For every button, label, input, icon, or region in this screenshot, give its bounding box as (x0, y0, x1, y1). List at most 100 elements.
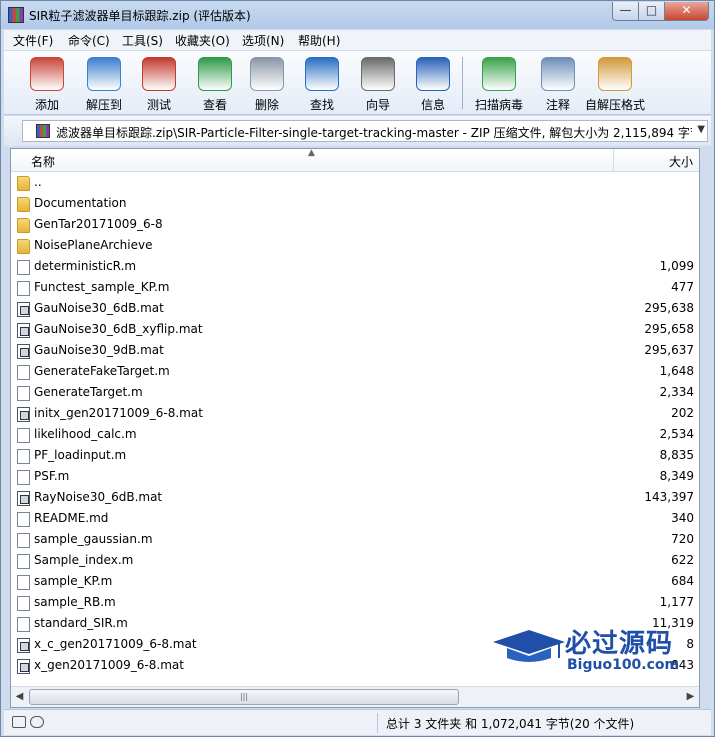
view-book-icon (198, 57, 232, 91)
file-row[interactable]: initx_gen20171009_6-8.mat 202 (11, 404, 699, 425)
add-books-icon (30, 57, 64, 91)
file-name: NoisePlaneArchieve (34, 238, 153, 252)
sort-ascending-icon: ▲ (308, 148, 315, 158)
column-header-name[interactable]: 名称 (31, 153, 55, 170)
minimize-button[interactable]: — (612, 2, 639, 21)
scroll-thumb[interactable]: ||| (29, 689, 459, 705)
file-row[interactable]: README.md 340 (11, 509, 699, 530)
document-icon (17, 596, 30, 611)
folder-icon (17, 176, 30, 191)
menu-command[interactable]: 命令(C) (68, 32, 110, 49)
file-row[interactable]: Documentation (11, 194, 699, 215)
drive-icon[interactable] (12, 716, 26, 728)
chevron-down-icon[interactable]: ▼ (697, 124, 705, 135)
status-bar: 总计 3 文件夹 和 1,072,041 字节(20 个文件) (4, 709, 711, 735)
mat-file-icon (17, 344, 30, 359)
file-row[interactable]: NoisePlaneArchieve (11, 236, 699, 257)
file-name: Functest_sample_KP.m (34, 280, 170, 294)
file-size: 477 (671, 280, 694, 294)
file-rows: .. Documentation GenTar20171009_6-8 NoisePl… (11, 173, 699, 677)
file-name: deterministicR.m (34, 259, 137, 273)
document-icon (17, 470, 30, 485)
file-name: Documentation (34, 196, 127, 210)
file-size: 202 (671, 406, 694, 420)
mat-file-icon (17, 407, 30, 422)
file-row[interactable]: GauNoise30_9dB.mat 295,637 (11, 341, 699, 362)
menu-favorites[interactable]: 收藏夹(O) (175, 32, 230, 49)
menu-options[interactable]: 选项(N) (242, 32, 284, 49)
file-size: 684 (671, 574, 694, 588)
file-row[interactable]: GenerateFakeTarget.m 1,648 (11, 362, 699, 383)
mat-file-icon (17, 659, 30, 674)
watermark: 必过源码 Biguo100.com (489, 623, 699, 683)
address-bar: 滤波器单目标跟踪.zip\SIR-Particle-Filter-single-… (4, 116, 711, 146)
file-size: 295,658 (644, 322, 694, 336)
key-icon[interactable] (30, 716, 44, 728)
comment-icon (541, 57, 575, 91)
file-row[interactable]: likelihood_calc.m 2,534 (11, 425, 699, 446)
close-button[interactable]: ✕ (664, 2, 709, 21)
file-row[interactable]: deterministicR.m 1,099 (11, 257, 699, 278)
file-name: sample_RB.m (34, 595, 116, 609)
column-divider[interactable] (613, 149, 614, 172)
address-field[interactable]: 滤波器单目标跟踪.zip\SIR-Particle-Filter-single-… (22, 120, 708, 142)
file-size: 8,835 (659, 448, 694, 462)
file-name: likelihood_calc.m (34, 427, 137, 441)
delete-trash-icon (250, 57, 284, 91)
file-row[interactable]: GenTar20171009_6-8 (11, 215, 699, 236)
file-row[interactable]: GauNoise30_6dB.mat 295,638 (11, 299, 699, 320)
file-name: GenerateFakeTarget.m (34, 364, 170, 378)
file-name: initx_gen20171009_6-8.mat (34, 406, 203, 420)
file-row[interactable]: Functest_sample_KP.m 477 (11, 278, 699, 299)
toolbar-separator (462, 57, 463, 109)
scroll-right-icon[interactable]: ▶ (682, 688, 699, 706)
file-row[interactable]: sample_RB.m 1,177 (11, 593, 699, 614)
file-row[interactable]: GauNoise30_6dB_xyflip.mat 295,658 (11, 320, 699, 341)
file-row[interactable]: .. (11, 173, 699, 194)
file-row[interactable]: sample_KP.m 684 (11, 572, 699, 593)
menu-file[interactable]: 文件(F) (13, 32, 53, 49)
file-row[interactable]: sample_gaussian.m 720 (11, 530, 699, 551)
maximize-button[interactable]: □ (638, 2, 665, 21)
toolbar-button-label: 自解压格式 (584, 98, 645, 112)
find-magnifier-icon (305, 57, 339, 91)
file-size: 1,177 (659, 595, 694, 609)
document-icon (17, 512, 30, 527)
document-icon (17, 260, 30, 275)
horizontal-scrollbar[interactable]: ◀ ||| ▶ (11, 686, 699, 707)
mat-file-icon (17, 323, 30, 338)
scroll-left-icon[interactable]: ◀ (11, 688, 28, 706)
file-name: PSF.m (34, 469, 70, 483)
winrar-window: SIR粒子滤波器单目标跟踪.zip (评估版本) — □ ✕ 文件(F) 命令(… (0, 0, 715, 737)
column-header-size[interactable]: 大小 (669, 153, 693, 170)
file-size: 340 (671, 511, 694, 525)
watermark-domain: Biguo100.com (567, 657, 680, 673)
menu-tools[interactable]: 工具(S) (122, 32, 163, 49)
toolbar-button-7[interactable]: 信息 (405, 55, 461, 112)
file-size: 622 (671, 553, 694, 567)
file-name: GenTar20171009_6-8 (34, 217, 163, 231)
toolbar-button-10[interactable]: 自解压格式 (585, 55, 645, 112)
info-icon (416, 57, 450, 91)
file-row[interactable]: PSF.m 8,349 (11, 467, 699, 488)
file-name: GauNoise30_6dB.mat (34, 301, 164, 315)
document-icon (17, 533, 30, 548)
mat-file-icon (17, 302, 30, 317)
toolbar-button-label: 信息 (420, 98, 445, 112)
file-row[interactable]: GenerateTarget.m 2,334 (11, 383, 699, 404)
title-bar[interactable]: SIR粒子滤波器单目标跟踪.zip (评估版本) — □ ✕ (1, 1, 714, 29)
virus-scan-icon (482, 57, 516, 91)
document-icon (17, 575, 30, 590)
toolbar-button-8[interactable]: 扫描病毒 (471, 55, 527, 112)
file-row[interactable]: RayNoise30_6dB.mat 143,397 (11, 488, 699, 509)
file-row[interactable]: Sample_index.m 622 (11, 551, 699, 572)
menu-help[interactable]: 帮助(H) (298, 32, 340, 49)
mat-file-icon (17, 491, 30, 506)
file-row[interactable]: PF_loadinput.m 8,835 (11, 446, 699, 467)
status-summary: 总计 3 文件夹 和 1,072,041 字节(20 个文件) (386, 717, 635, 731)
file-size: 143,397 (644, 490, 694, 504)
file-size: 2,534 (659, 427, 694, 441)
sfx-box-icon (598, 57, 632, 91)
file-name: .. (34, 175, 42, 189)
winrar-logo-icon (8, 7, 24, 23)
